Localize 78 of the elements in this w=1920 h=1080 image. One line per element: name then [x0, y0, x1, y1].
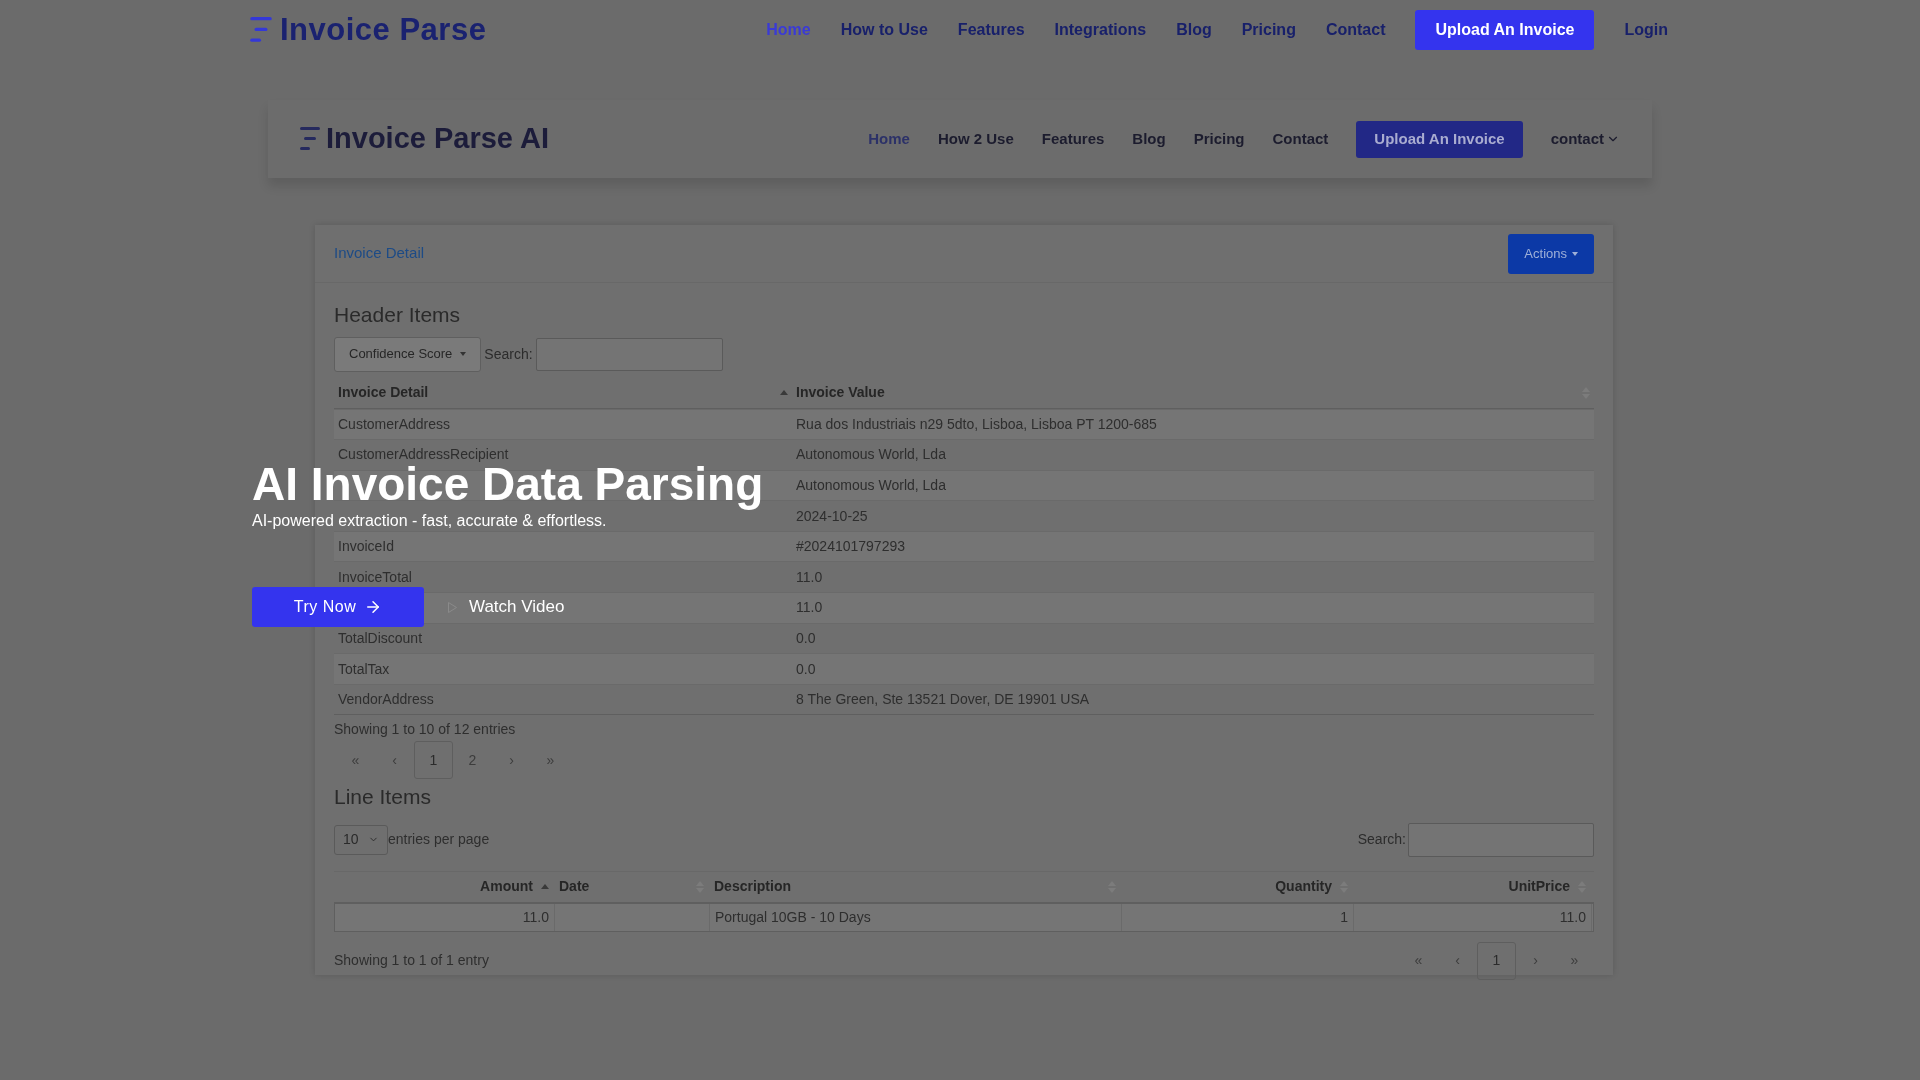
table-cell: 8 The Green, Ste 13521 Dover, DE 19901 USA — [796, 691, 1090, 708]
menu-link[interactable]: contact — [1550, 127, 1620, 151]
caret-icon — [1572, 251, 1578, 256]
page-link[interactable]: › — [492, 741, 531, 780]
nav-link[interactable]: Integrations — [1054, 18, 1147, 42]
table-cell: 0.0 — [796, 660, 816, 677]
page-link[interactable]: » — [1555, 941, 1594, 980]
sort-icon — [780, 390, 788, 395]
table-cell-text: 11.0 — [522, 907, 549, 927]
column-header[interactable]: Amount — [334, 876, 554, 898]
table-cell: 11.0 — [796, 599, 823, 616]
nav-link[interactable]: How to Use — [840, 18, 928, 42]
upload-button[interactable]: Upload An Invoice — [1415, 10, 1595, 50]
card-title-link[interactable]: Invoice Detail — [334, 242, 425, 265]
page-link[interactable]: ‹ — [1438, 941, 1477, 980]
page-size-select[interactable]: 10 — [334, 824, 388, 855]
page-size-label: entries per page — [388, 830, 490, 850]
search-label: Search: — [1357, 830, 1406, 850]
table-cell: TotalTax — [338, 660, 390, 677]
nav-link[interactable]: Home — [868, 127, 910, 151]
nav-link[interactable]: Contact — [1325, 18, 1386, 42]
logo-icon — [250, 16, 272, 44]
section-title: Line Items — [334, 784, 432, 811]
table-cell: VendorAddress — [338, 691, 434, 708]
column-header[interactable]: Date — [554, 876, 709, 898]
column-header[interactable]: Description — [709, 876, 1121, 898]
nav-link[interactable]: Contact — [1272, 127, 1329, 151]
entries-info: Showing 1 to 1 of 1 entry — [334, 951, 489, 971]
search-field[interactable] — [535, 337, 723, 371]
try-now-button[interactable]: Try Now — [252, 587, 424, 627]
hero-subtitle: AI-powered extraction - fast, accurate & effortless. — [252, 512, 607, 530]
page-link[interactable]: » — [531, 741, 570, 780]
column-header[interactable]: Invoice Detail — [334, 382, 792, 403]
search-label: Search: — [484, 344, 533, 364]
table-cell: Rua dos Industriais n29 5dto, Lisboa, Lisboa PT 1200-685 — [796, 415, 1157, 432]
page-link[interactable]: ‹ — [375, 741, 414, 780]
table-cell-text: Portugal 10GB - 10 Days — [715, 907, 871, 927]
page-link[interactable]: 1 — [1477, 941, 1516, 980]
table-cell-text: 1 — [1340, 907, 1348, 927]
login-link[interactable]: Login — [1624, 18, 1668, 42]
table-cell: Autonomous World, Lda — [796, 477, 946, 493]
table-cell: 11.0 — [796, 568, 823, 585]
caret-icon — [460, 352, 467, 356]
table-cell: CustomerAddressRecipient — [338, 446, 509, 463]
table-cell: InvoiceTotal — [338, 568, 412, 585]
sort-icon — [541, 884, 549, 890]
nav-link[interactable]: Blog — [1176, 18, 1212, 42]
table-cell: #2024101797293 — [796, 538, 905, 555]
watch-video-button[interactable]: Watch Video — [448, 594, 565, 620]
nav-link[interactable]: Pricing — [1241, 18, 1296, 42]
upload-button[interactable]: Upload An Invoice — [1356, 120, 1523, 158]
filter-dropdown[interactable]: Confidence Score — [334, 336, 482, 372]
nav-link[interactable]: Features — [957, 18, 1025, 42]
table-cell-text: 11.0 — [1559, 907, 1586, 927]
logo-text[interactable]: Invoice Parse AI — [326, 117, 549, 161]
column-header[interactable]: UnitPrice — [1353, 876, 1591, 898]
page-link[interactable]: « — [1399, 941, 1438, 980]
nav-link[interactable]: Blog — [1132, 127, 1166, 151]
page-link[interactable]: 1 — [414, 741, 453, 780]
nav-link[interactable]: Features — [1041, 127, 1105, 151]
table-cell: TotalDiscount — [338, 629, 423, 646]
table-cell: Autonomous World, Lda — [796, 446, 946, 463]
search-field[interactable] — [1408, 822, 1594, 857]
logo-text[interactable]: Invoice Parse — [280, 6, 487, 54]
column-header[interactable]: Invoice Value — [792, 382, 1594, 403]
section-title: Header Items — [334, 302, 462, 328]
page-link[interactable]: « — [336, 741, 375, 780]
nav-link[interactable]: Pricing — [1193, 127, 1245, 151]
table-cell: 0.0 — [796, 629, 816, 646]
logo-icon — [300, 126, 320, 152]
column-header[interactable]: Quantity — [1121, 876, 1353, 898]
entries-info: Showing 1 to 10 of 12 entries — [334, 720, 517, 740]
table-cell: 2024-10-25 — [796, 507, 868, 524]
table-cell: InvoiceId — [338, 538, 395, 555]
page-link[interactable]: › — [1516, 941, 1555, 980]
actions-button[interactable]: Actions — [1508, 233, 1594, 274]
nav-link[interactable]: How 2 Use — [937, 127, 1014, 151]
table-cell: CustomerAddress — [338, 415, 451, 432]
